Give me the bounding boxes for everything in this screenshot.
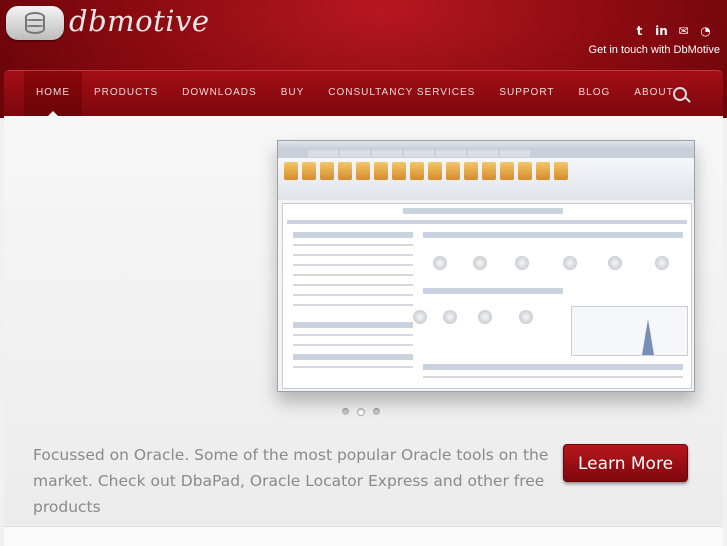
email-icon[interactable]: ✉ bbox=[676, 24, 691, 38]
learn-more-button[interactable]: Learn More bbox=[563, 444, 688, 482]
nav-item-blog[interactable]: BLOG bbox=[567, 71, 623, 117]
nav-item-home[interactable]: HOME bbox=[24, 71, 82, 117]
main-nav: HOME PRODUCTS DOWNLOADS BUY CONSULTANCY … bbox=[4, 70, 723, 117]
slide-dot-active[interactable] bbox=[357, 408, 365, 416]
slide-dot[interactable] bbox=[373, 408, 380, 415]
nav-item-buy[interactable]: BUY bbox=[269, 71, 317, 117]
nav-item-products[interactable]: PRODUCTS bbox=[82, 71, 170, 117]
rss-icon[interactable]: ◔ bbox=[698, 24, 713, 38]
brand-name: dbmotive bbox=[69, 4, 210, 38]
hero-tagline: Focussed on Oracle. Some of the most pop… bbox=[33, 446, 549, 516]
content-area bbox=[4, 526, 723, 546]
search-icon[interactable] bbox=[673, 87, 687, 101]
get-in-touch-text[interactable]: Get in touch with DbMotive bbox=[589, 44, 720, 56]
database-icon bbox=[6, 6, 64, 40]
nav-item-support[interactable]: SUPPORT bbox=[487, 71, 566, 117]
twitter-icon[interactable]: t bbox=[632, 24, 647, 38]
site-header: dbmotive t in ✉ ◔ Get in touch with DbMo… bbox=[0, 0, 727, 118]
logo[interactable]: dbmotive bbox=[6, 4, 209, 44]
product-screenshot bbox=[277, 140, 695, 392]
social-links: t in ✉ ◔ bbox=[632, 24, 713, 38]
linkedin-icon[interactable]: in bbox=[654, 24, 669, 38]
nav-item-consultancy-services[interactable]: CONSULTANCY SERVICES bbox=[316, 71, 487, 117]
slider-pagination bbox=[342, 408, 380, 416]
slide-dot[interactable] bbox=[342, 408, 349, 415]
nav-item-downloads[interactable]: DOWNLOADS bbox=[170, 71, 269, 117]
